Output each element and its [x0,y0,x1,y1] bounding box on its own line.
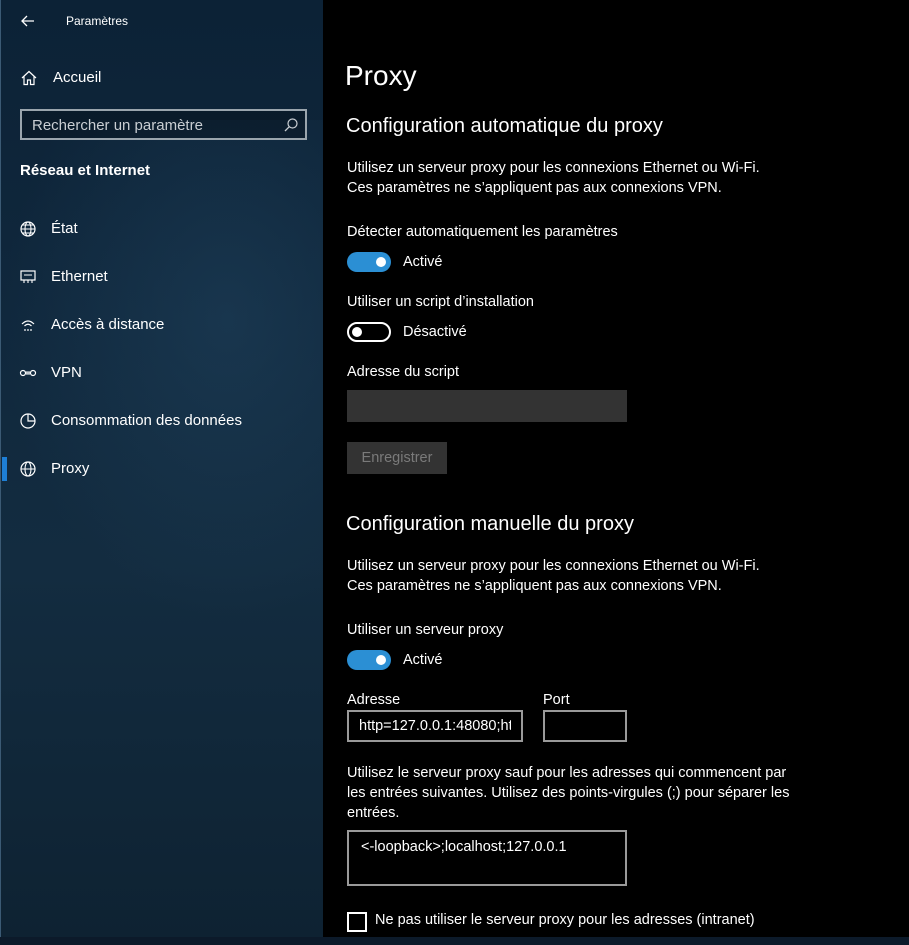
port-input[interactable] [543,710,627,742]
port-label: Port [543,692,570,708]
sidebar-item-status[interactable]: État [1,209,324,249]
vpn-icon [19,369,37,377]
sidebar-item-vpn[interactable]: VPN [1,353,324,393]
detect-settings-state: Activé [403,254,443,270]
data-usage-icon [20,413,36,429]
back-button[interactable] [13,8,43,34]
sidebar-item-label: État [51,220,78,237]
bypass-local-checkbox[interactable] [347,912,367,932]
auto-description-line1: Utilisez un serveur proxy pour les conne… [347,160,760,176]
sidebar-item-data-usage[interactable]: Consommation des données [1,401,324,441]
page-title: Proxy [345,60,417,91]
sidebar-home-label: Accueil [53,69,102,86]
toggle-knob [352,327,362,337]
search-icon[interactable] [283,117,299,133]
use-proxy-state: Activé [403,652,443,668]
sidebar-section-title: Réseau et Internet [20,162,151,179]
search-input[interactable] [32,115,282,135]
setup-script-label: Utiliser un script d’installation [347,294,534,310]
toggle-knob [376,257,386,267]
sidebar-item-label: Accès à distance [51,316,165,333]
search-box[interactable] [20,109,307,140]
setup-script-state: Désactivé [403,324,467,340]
auto-description-line2: Ces paramètres ne s’appliquent pas aux c… [347,180,722,196]
manual-description-line2: Ces paramètres ne s’appliquent pas aux c… [347,578,722,594]
main-content: Proxy Configuration automatique du proxy… [323,0,909,945]
script-address-input [347,390,627,422]
title-bar: Paramètres [1,0,324,44]
sidebar-item-label: Consommation des données [51,412,242,429]
selected-indicator [2,457,7,481]
setup-script-toggle[interactable] [347,322,391,342]
settings-window: Paramètres Accueil Réseau et Internet Ét… [0,0,909,945]
back-arrow-icon [21,15,34,27]
exceptions-description-line2: les entrées suivantes. Utilisez des poin… [347,785,790,801]
toggle-knob [376,655,386,665]
script-address-label: Adresse du script [347,364,460,380]
sidebar: Paramètres Accueil Réseau et Internet Ét… [0,0,324,945]
sidebar-item-label: Proxy [51,460,90,477]
sidebar-item-dial-up[interactable]: Accès à distance [1,305,324,345]
auto-config-heading: Configuration automatique du proxy [346,115,663,137]
app-title: Paramètres [66,14,129,28]
manual-description-line1: Utilisez un serveur proxy pour les conne… [347,558,760,574]
sidebar-item-label: VPN [51,364,82,381]
exceptions-description-line1: Utilisez le serveur proxy sauf pour les … [347,765,787,781]
dial-up-icon [21,320,35,331]
detect-settings-toggle[interactable] [347,252,391,272]
exceptions-textarea[interactable]: <-loopback>;localhost;127.0.0.1 [347,830,627,886]
window-bottom-edge [0,937,909,945]
use-proxy-toggle[interactable] [347,650,391,670]
manual-config-heading: Configuration manuelle du proxy [346,513,634,535]
address-input[interactable] [347,710,523,742]
globe-icon [20,461,36,477]
sidebar-item-home[interactable]: Accueil [1,60,324,96]
use-proxy-label: Utiliser un serveur proxy [347,622,504,638]
exceptions-description-line3: entrées. [347,805,400,821]
home-icon [21,70,37,86]
sidebar-item-label: Ethernet [51,268,108,285]
save-button: Enregistrer [347,442,447,474]
ethernet-icon [20,270,36,283]
globe-status-icon [20,221,36,237]
sidebar-item-proxy[interactable]: Proxy [1,449,324,489]
sidebar-item-ethernet[interactable]: Ethernet [1,257,324,297]
detect-settings-label: Détecter automatiquement les paramètres [347,224,618,240]
address-label: Adresse [347,692,401,708]
bypass-local-label: Ne pas utiliser le serveur proxy pour le… [375,912,755,928]
